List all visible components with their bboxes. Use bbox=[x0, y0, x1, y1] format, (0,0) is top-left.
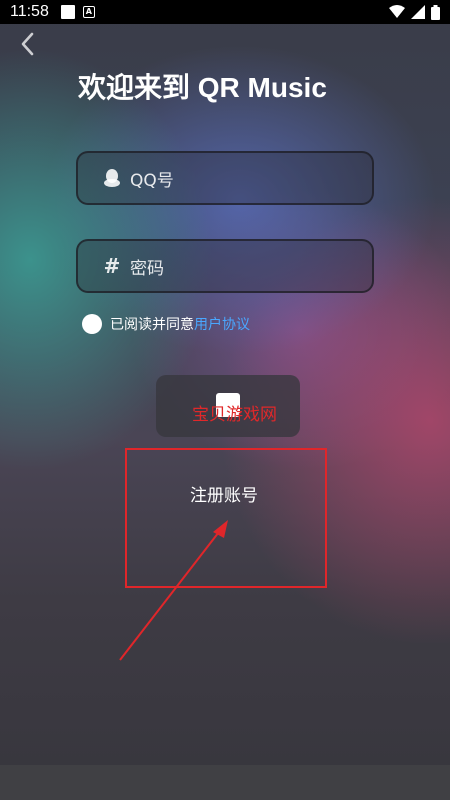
hash-icon: # bbox=[103, 254, 121, 278]
qq-number-field[interactable]: QQ号 bbox=[76, 151, 374, 205]
password-placeholder: 密码 bbox=[130, 258, 164, 279]
register-account-button[interactable]: 注册账号 bbox=[190, 481, 258, 506]
notification-a-icon: A bbox=[82, 6, 95, 18]
user-agreement-link[interactable]: 用户协议 bbox=[194, 314, 250, 334]
agreement-text: 已阅读并同意 bbox=[110, 317, 194, 333]
notification-square-icon bbox=[60, 5, 75, 19]
bottom-bar bbox=[0, 765, 450, 800]
agreement-row: 已阅读并同意 用户协议 bbox=[82, 314, 250, 334]
back-button[interactable] bbox=[14, 30, 42, 58]
notification-icons: A bbox=[60, 5, 95, 19]
agreement-radio[interactable] bbox=[82, 314, 102, 334]
system-icons bbox=[389, 4, 440, 20]
status-bar: 11:58 A bbox=[0, 0, 450, 24]
wifi-icon bbox=[389, 5, 405, 18]
battery-icon bbox=[431, 4, 440, 20]
password-field[interactable]: # 密码 bbox=[76, 239, 374, 293]
qq-penguin-icon bbox=[102, 167, 122, 189]
status-time: 11:58 bbox=[10, 3, 49, 20]
annotation-highlight-box bbox=[125, 448, 327, 588]
watermark: 宝贝游戏网 bbox=[192, 405, 277, 425]
qq-number-placeholder: QQ号 bbox=[130, 170, 174, 191]
chevron-left-icon bbox=[21, 32, 34, 56]
signal-icon bbox=[411, 5, 425, 19]
page-title: 欢迎来到 QR Music bbox=[78, 72, 327, 103]
